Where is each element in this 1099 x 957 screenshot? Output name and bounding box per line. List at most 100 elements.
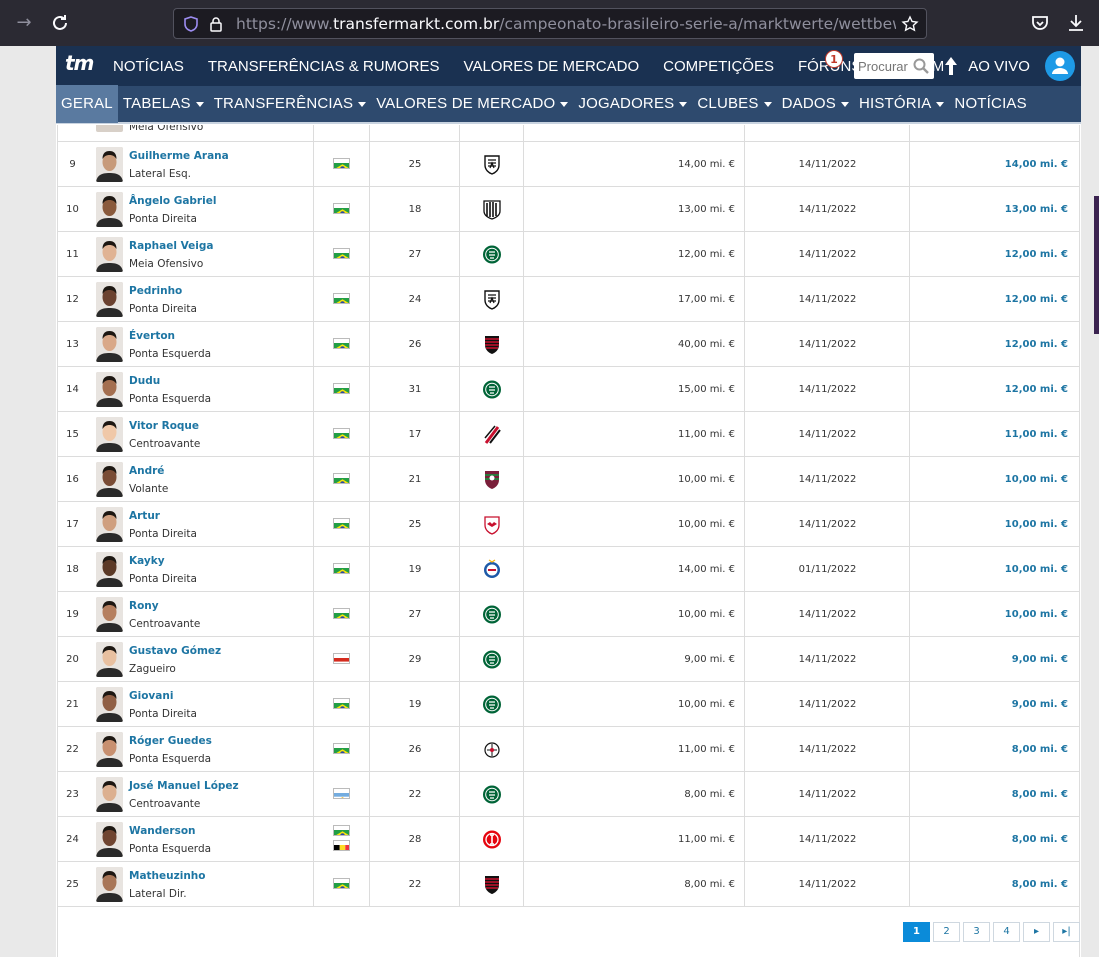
club-flamengo-icon[interactable] (482, 874, 502, 895)
player-photo[interactable] (96, 552, 123, 587)
player-photo[interactable] (96, 867, 123, 902)
nav-ao-vivo[interactable]: AO VIVO (968, 58, 1030, 75)
player-photo[interactable] (96, 327, 123, 362)
market-value-link[interactable]: 12,00 mi. € (1005, 384, 1068, 395)
player-name-link[interactable]: Rony (129, 600, 159, 612)
player-photo[interactable] (96, 507, 123, 542)
player-photo[interactable] (96, 777, 123, 812)
market-value-link[interactable]: 12,00 mi. € (1005, 249, 1068, 260)
lock-icon[interactable] (207, 15, 225, 33)
player-photo[interactable] (96, 687, 123, 722)
last-page-button[interactable]: ▸| (1053, 922, 1080, 942)
player-name-link[interactable]: Wanderson (129, 825, 196, 837)
player-photo[interactable] (96, 192, 123, 227)
club-palmeiras-icon[interactable] (482, 694, 502, 715)
shield-icon[interactable] (182, 15, 200, 33)
page-1-button[interactable]: 1 (903, 922, 930, 942)
player-name-link[interactable]: Gustavo Gómez (129, 645, 221, 657)
player-photo[interactable] (96, 147, 123, 182)
nav-transferencias-rumores[interactable]: TRANSFERÊNCIAS & RUMORES (208, 58, 440, 75)
player-name-link[interactable]: Róger Guedes (129, 735, 212, 747)
club-palmeiras-icon[interactable] (482, 649, 502, 670)
market-value-link[interactable]: 14,00 mi. € (1005, 159, 1068, 170)
page-2-button[interactable]: 2 (933, 922, 960, 942)
search-icon[interactable] (912, 57, 930, 75)
player-name-link[interactable]: Matheuzinho (129, 870, 206, 882)
player-name-link[interactable]: Guilherme Arana (129, 150, 229, 162)
player-photo[interactable] (96, 417, 123, 452)
player-photo[interactable] (96, 372, 123, 407)
player-photo[interactable] (96, 237, 123, 272)
player-photo[interactable] (96, 462, 123, 497)
player-name-link[interactable]: Giovani (129, 690, 173, 702)
market-value-link[interactable]: 8,00 mi. € (1012, 744, 1068, 755)
site-logo[interactable]: tm (65, 51, 94, 75)
subnav-tabelas[interactable]: TABELAS (118, 85, 209, 123)
player-name-link[interactable]: José Manuel López (129, 780, 239, 792)
market-value-link[interactable]: 12,00 mi. € (1005, 339, 1068, 350)
market-value-link[interactable]: 10,00 mi. € (1005, 564, 1068, 575)
address-bar[interactable]: https://www.transfermarkt.com.br/campeon… (173, 8, 927, 39)
subnav-dados[interactable]: DADOS (777, 85, 854, 123)
club-bahia-icon[interactable] (482, 559, 502, 580)
download-icon[interactable] (1064, 11, 1088, 35)
club-atletico-mg-icon[interactable] (482, 154, 502, 175)
next-page-button[interactable]: ▸ (1023, 922, 1050, 942)
market-value-link[interactable]: 13,00 mi. € (1005, 204, 1068, 215)
search-box[interactable] (854, 53, 934, 79)
player-photo[interactable] (96, 597, 123, 632)
club-fluminense-icon[interactable] (482, 469, 502, 490)
player-name-link[interactable]: Pedrinho (129, 285, 182, 297)
market-value-link[interactable]: 8,00 mi. € (1012, 879, 1068, 890)
market-value-link[interactable]: 10,00 mi. € (1005, 609, 1068, 620)
reload-icon[interactable] (48, 11, 72, 35)
club-athletico-pr-icon[interactable] (482, 424, 502, 445)
subnav-clubes[interactable]: CLUBES (692, 85, 776, 123)
club-palmeiras-icon[interactable] (482, 784, 502, 805)
nav-valores-mercado[interactable]: VALORES DE MERCADO (464, 58, 640, 75)
club-corinthians-icon[interactable] (482, 739, 502, 760)
club-palmeiras-icon[interactable] (482, 379, 502, 400)
subnav-noticias[interactable]: NOTÍCIAS (949, 85, 1031, 123)
player-name-link[interactable]: Kayky (129, 555, 165, 567)
club-bragantino-icon[interactable] (482, 514, 502, 535)
player-photo[interactable] (96, 125, 123, 132)
market-value-link[interactable]: 9,00 mi. € (1012, 699, 1068, 710)
market-value-link[interactable]: 10,00 mi. € (1005, 474, 1068, 485)
club-atletico-mg-icon[interactable] (482, 289, 502, 310)
search-input[interactable] (854, 53, 910, 79)
market-value-link[interactable]: 8,00 mi. € (1012, 834, 1068, 845)
player-name-link[interactable]: Raphael Veiga (129, 240, 214, 252)
user-account-icon[interactable] (1045, 51, 1075, 81)
page-4-button[interactable]: 4 (993, 922, 1020, 942)
player-name-link[interactable]: Artur (129, 510, 160, 522)
market-value-link[interactable]: 9,00 mi. € (1012, 654, 1068, 665)
market-value-link[interactable]: 8,00 mi. € (1012, 789, 1068, 800)
player-name-link[interactable]: Éverton (129, 330, 175, 342)
player-photo[interactable] (96, 822, 123, 857)
player-photo[interactable] (96, 732, 123, 767)
subnav-geral[interactable]: GERAL (56, 85, 118, 123)
nav-noticias[interactable]: NOTÍCIAS (113, 58, 184, 75)
club-palmeiras-icon[interactable] (482, 244, 502, 265)
bookmark-star-icon[interactable] (901, 15, 919, 33)
subnav-jogadores[interactable]: JOGADORES (573, 85, 692, 123)
subnav-transferencias[interactable]: TRANSFERÊNCIAS (209, 85, 372, 123)
player-photo[interactable] (96, 282, 123, 317)
market-value-link[interactable]: 12,00 mi. € (1005, 294, 1068, 305)
market-value-link[interactable]: 11,00 mi. € (1005, 429, 1068, 440)
player-name-link[interactable]: Dudu (129, 375, 160, 387)
nav-competicoes[interactable]: COMPETIÇÕES (663, 58, 774, 75)
club-santos-icon[interactable] (482, 199, 502, 220)
club-palmeiras-icon[interactable] (482, 604, 502, 625)
pocket-icon[interactable] (1028, 11, 1052, 35)
player-name-link[interactable]: Vitor Roque (129, 420, 199, 432)
player-photo[interactable] (96, 642, 123, 677)
market-value-link[interactable]: 10,00 mi. € (1005, 519, 1068, 530)
page-3-button[interactable]: 3 (963, 922, 990, 942)
player-name-link[interactable]: Ângelo Gabriel (129, 195, 216, 207)
subnav-historia[interactable]: HISTÓRIA (854, 85, 949, 123)
subnav-valores-mercado[interactable]: VALORES DE MERCADO (371, 85, 573, 123)
forward-icon[interactable]: → (12, 11, 36, 35)
scroll-top-arrow-icon[interactable] (943, 55, 959, 77)
